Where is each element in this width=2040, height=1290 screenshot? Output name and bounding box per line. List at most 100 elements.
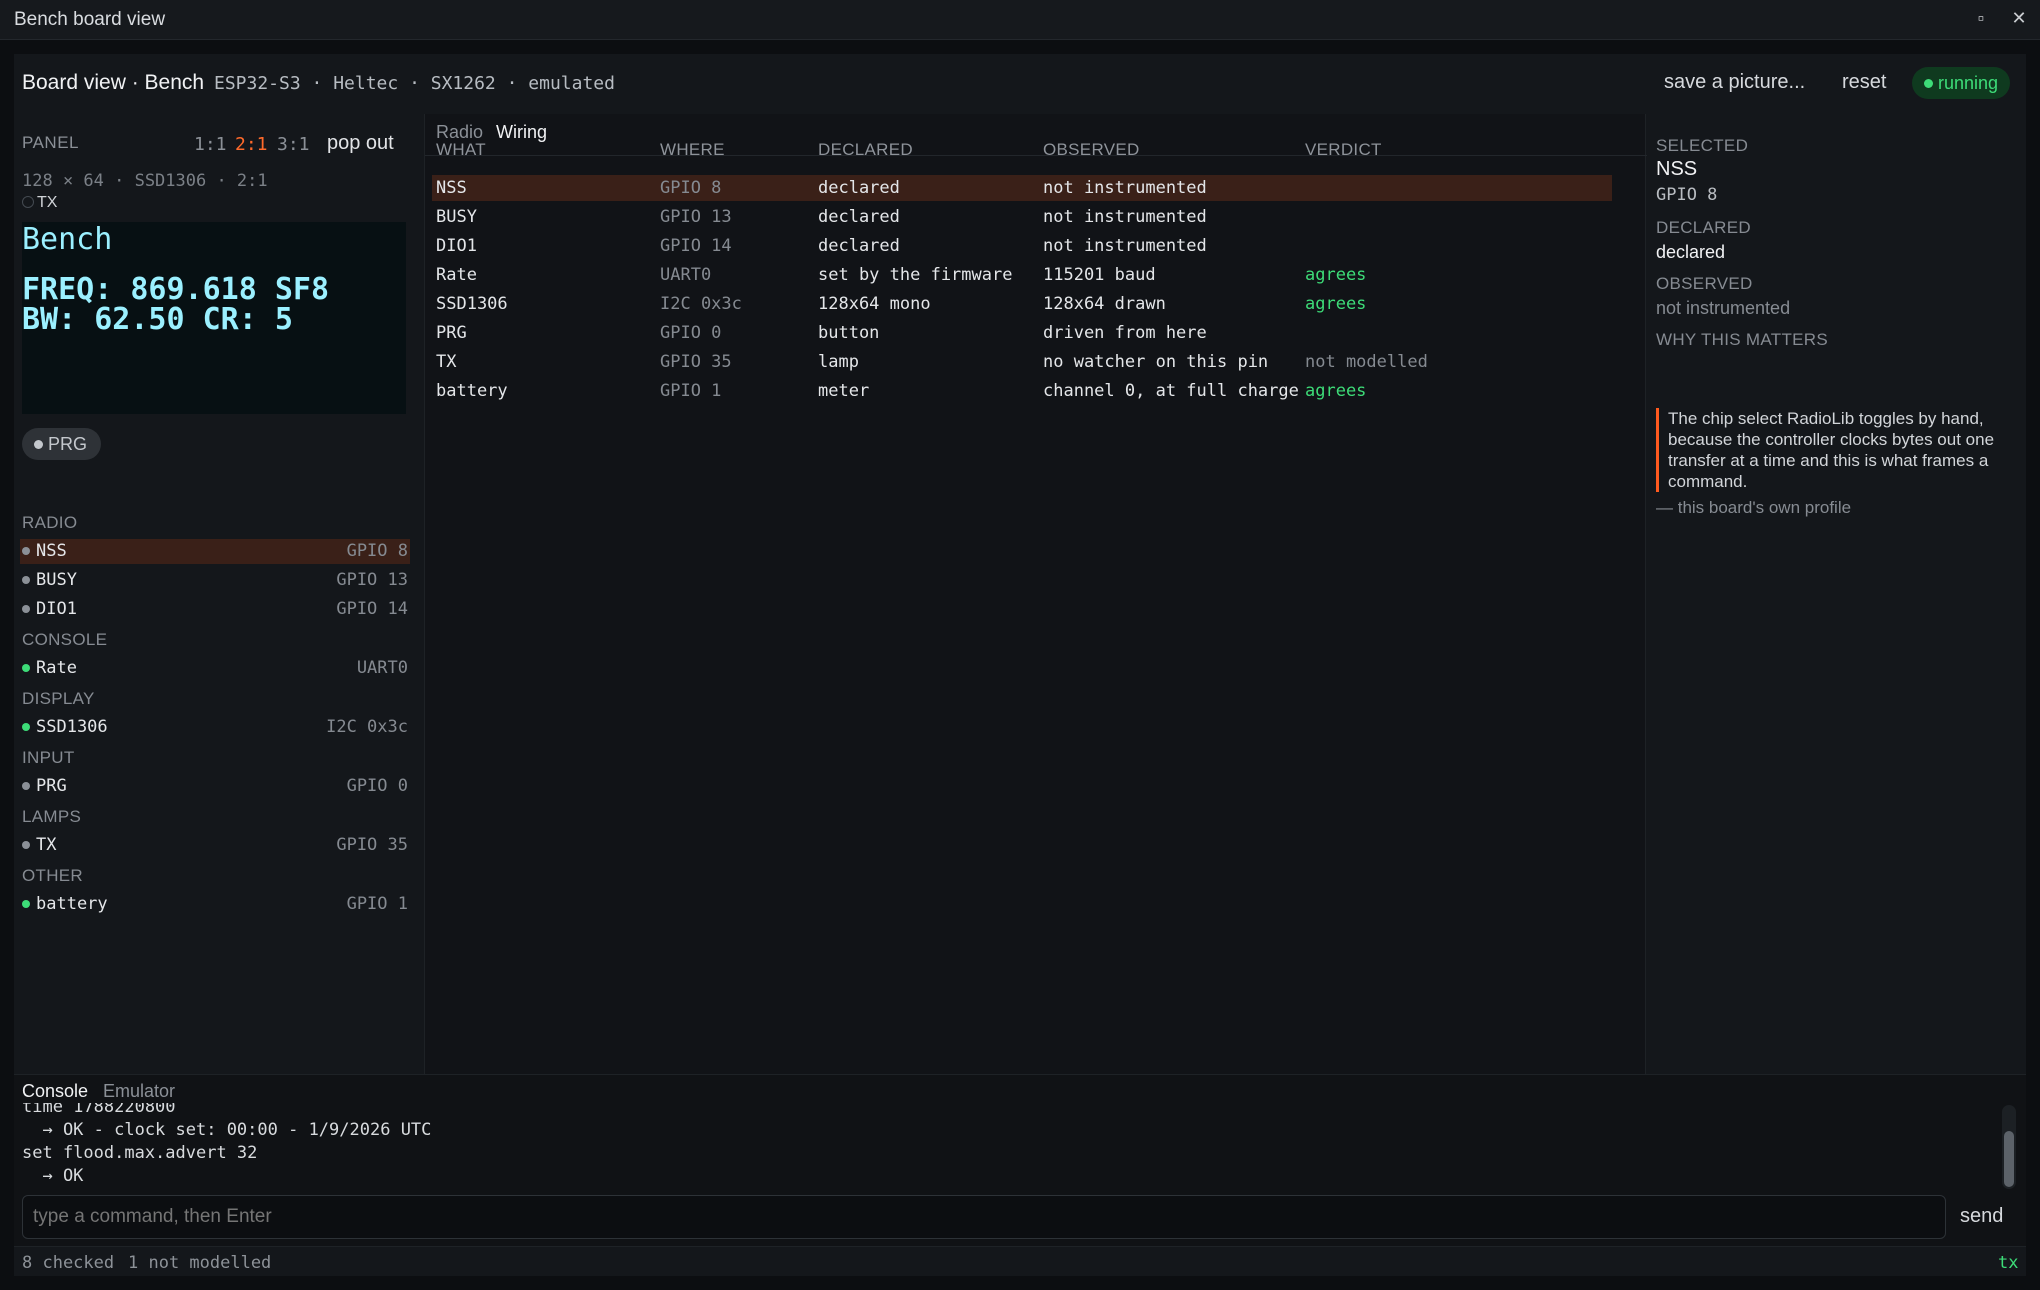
cell-declared: set by the firmware [818, 265, 1013, 285]
cell-where: GPIO 13 [660, 207, 732, 227]
col-observed: OBSERVED [1043, 140, 1140, 159]
console-log: time 1788220800 → OK - clock set: 00:00 … [22, 1103, 1982, 1191]
why-source: — this board's own profile [1656, 498, 1852, 517]
tab-emulator[interactable]: Emulator [103, 1081, 175, 1102]
pin-item-battery[interactable]: battery GPIO 1 [20, 892, 410, 917]
declared-value: declared [1656, 242, 1726, 262]
log-line: → OK - clock set: 00:00 - 1/9/2026 UTC [22, 1120, 432, 1140]
cell-observed: channel 0, at full charge [1043, 381, 1299, 401]
cell-where: I2C 0x3c [660, 294, 742, 314]
group-input: INPUT [22, 748, 75, 767]
why-label: WHY THIS MATTERS [1656, 330, 1828, 349]
pin-name: SSD1306 [36, 717, 108, 737]
table-row-prg[interactable]: PRG GPIO 0 button driven from here [432, 320, 1612, 346]
console-panel: Console Emulator time 1788220800 → OK - … [14, 1074, 2026, 1246]
prg-button[interactable]: PRG [22, 428, 102, 460]
status-bar: 8 checked 1 not modelled tx [14, 1246, 2026, 1276]
status-dot [1924, 79, 1933, 88]
group-console: CONSOLE [22, 630, 108, 649]
tx-lamp: TX [22, 194, 57, 212]
cell-what: PRG [436, 323, 467, 343]
pin-dot [22, 900, 30, 908]
pin-item-busy[interactable]: BUSY GPIO 13 [20, 568, 410, 593]
pin-item-rate[interactable]: Rate UART0 [20, 656, 410, 681]
cell-declared: declared [818, 178, 900, 198]
close-icon[interactable]: ✕ [2008, 8, 2030, 29]
table-row-ssd1306[interactable]: SSD1306 I2C 0x3c 128x64 mono 128x64 draw… [432, 291, 1612, 317]
cell-where: GPIO 8 [660, 178, 722, 198]
cell-where: GPIO 1 [660, 381, 722, 401]
pin-dot [22, 576, 30, 584]
cell-observed: not instrumented [1043, 178, 1207, 198]
pin-item-ssd1306[interactable]: SSD1306 I2C 0x3c [20, 715, 410, 740]
pin-item-dio1[interactable]: DIO1 GPIO 14 [20, 597, 410, 622]
scrollbar-thumb[interactable] [2004, 1131, 2014, 1187]
pin-addr: GPIO 14 [336, 599, 408, 619]
pin-item-tx[interactable]: TX GPIO 35 [20, 833, 410, 858]
pin-addr: GPIO 1 [346, 894, 408, 914]
cell-what: SSD1306 [436, 294, 508, 314]
status-badge: running [1912, 67, 2011, 99]
save-picture-button[interactable]: save a picture... [1664, 71, 1805, 94]
col-declared: DECLARED [818, 140, 913, 159]
cell-verdict: agrees [1305, 294, 1367, 314]
tab-divider [425, 155, 1647, 156]
window-titlebar: Bench board view ▫ ✕ [0, 0, 2040, 40]
cell-declared: lamp [818, 352, 859, 372]
cell-verdict: not modelled [1305, 352, 1428, 372]
display-meta: 128 × 64 · SSD1306 · 2:1 [22, 171, 268, 191]
lamp-ring-icon [22, 196, 34, 208]
cell-what: DIO1 [436, 236, 477, 256]
cell-observed: not instrumented [1043, 207, 1207, 227]
ratio-1-1[interactable]: 1:1 [194, 134, 227, 155]
why-text: The chip select RadioLib toggles by hand… [1656, 408, 2018, 492]
pin-addr: GPIO 8 [346, 541, 408, 561]
pop-out-button[interactable]: pop out [327, 132, 394, 155]
reset-button[interactable]: reset [1842, 71, 1886, 94]
cell-where: GPIO 0 [660, 323, 722, 343]
cell-declared: button [818, 323, 880, 343]
table-row-rate[interactable]: Rate UART0 set by the firmware 115201 ba… [432, 262, 1612, 288]
selected-label: SELECTED [1656, 136, 1749, 155]
table-row-nss[interactable]: NSS GPIO 8 declared not instrumented [432, 175, 1612, 201]
log-line: set flood.max.advert 32 [22, 1143, 258, 1163]
group-display: DISPLAY [22, 689, 95, 708]
board-meta: ESP32-S3 · Heltec · SX1262 · emulated [214, 73, 615, 94]
ratio-3-1[interactable]: 3:1 [277, 134, 310, 155]
cell-observed: not instrumented [1043, 236, 1207, 256]
prg-button-label: PRG [48, 434, 88, 454]
log-line: → OK [22, 1166, 84, 1186]
pin-name: BUSY [36, 570, 77, 590]
observed-label: OBSERVED [1656, 274, 1753, 293]
group-lamps: LAMPS [22, 807, 82, 826]
cell-verdict: agrees [1305, 381, 1367, 401]
table-row-busy[interactable]: BUSY GPIO 13 declared not instrumented [432, 204, 1612, 230]
console-scrollbar[interactable] [2002, 1105, 2016, 1189]
table-row-tx[interactable]: TX GPIO 35 lamp no watcher on this pin n… [432, 349, 1612, 375]
table-row-dio1[interactable]: DIO1 GPIO 14 declared not instrumented [432, 233, 1612, 259]
cell-what: battery [436, 381, 508, 401]
oled-line-1: Bench [22, 222, 113, 257]
group-radio: RADIO [22, 513, 78, 532]
ratio-2-1[interactable]: 2:1 [235, 134, 268, 155]
send-button[interactable]: send [1960, 1205, 2003, 1228]
not-modelled-count: 1 not modelled [128, 1253, 272, 1273]
detail-panel: SELECTED NSS GPIO 8 DECLARED declared OB… [1648, 114, 2026, 1074]
cell-observed: 115201 baud [1043, 265, 1156, 285]
log-line: time 1788220800 [22, 1103, 176, 1117]
command-input[interactable] [22, 1195, 1946, 1239]
table-row-battery[interactable]: battery GPIO 1 meter channel 0, at full … [432, 378, 1612, 404]
tab-console[interactable]: Console [22, 1081, 88, 1102]
pin-item-prg[interactable]: PRG GPIO 0 [20, 774, 410, 799]
cell-where: GPIO 35 [660, 352, 732, 372]
cell-what: BUSY [436, 207, 477, 227]
col-verdict: VERDICT [1305, 140, 1382, 159]
cell-what: NSS [436, 178, 467, 198]
pin-name: battery [36, 894, 108, 914]
restore-icon[interactable]: ▫ [1970, 8, 1992, 29]
pin-item-nss[interactable]: NSS GPIO 8 [20, 539, 410, 564]
tx-indicator: tx [1998, 1253, 2019, 1273]
tab-wiring[interactable]: Wiring [496, 122, 547, 143]
window-title: Bench board view [14, 9, 166, 30]
cell-declared: meter [818, 381, 870, 401]
